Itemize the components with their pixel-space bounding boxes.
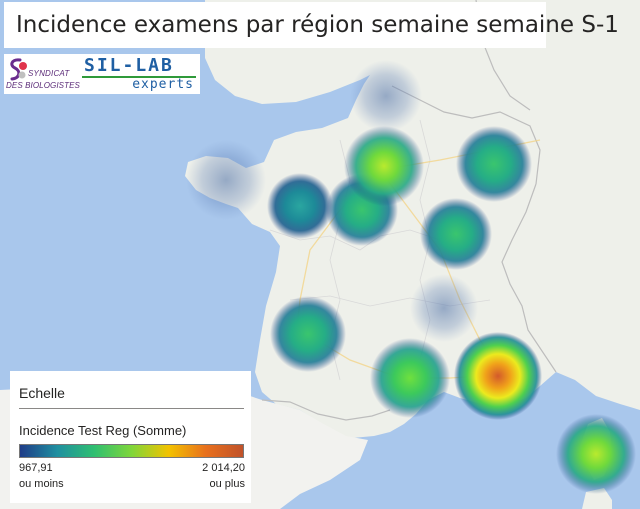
legend-divider — [19, 408, 244, 409]
sillab-logo: SIL-LAB experts — [78, 54, 198, 94]
legend-heading: Echelle — [19, 385, 65, 401]
hotspot-paca[interactable] — [454, 332, 542, 420]
syndicat-line2: DES BIOLOGISTES — [6, 81, 80, 90]
syndicat-logo: SYNDICAT DES BIOLOGISTES — [4, 54, 80, 94]
legend-field-name: Incidence Test Reg (Somme) — [19, 423, 187, 438]
sillab-word: SIL-LAB — [84, 55, 174, 76]
syndicat-mark-icon — [10, 58, 27, 81]
hotspot-bourgogne-franche-comte[interactable] — [420, 198, 492, 270]
hotspot-corse[interactable] — [556, 414, 636, 494]
legend-panel: Echelle Incidence Test Reg (Somme) 967,9… — [10, 371, 251, 503]
logos: SYNDICAT DES BIOLOGISTES SIL-LAB experts — [4, 54, 200, 94]
hotspot-nouvelle-aquitaine[interactable] — [270, 296, 346, 372]
legend-max-label: ou plus — [209, 478, 245, 490]
syndicat-line1: SYNDICAT — [28, 69, 70, 78]
hotspot-bretagne[interactable] — [186, 140, 266, 220]
title-bar: Incidence examens par région semaine sem… — [4, 2, 619, 48]
legend-min-label: ou moins — [19, 478, 64, 490]
hotspot-grand-est[interactable] — [456, 126, 532, 202]
hotspot-auvergne-rhone-alpes[interactable] — [410, 274, 478, 342]
legend-max-value: 2 014,20 — [202, 462, 245, 474]
hotspot-pays-de-la-loire[interactable] — [267, 173, 333, 239]
legend-min-value: 967,91 — [19, 462, 53, 474]
sillab-subtitle: experts — [132, 77, 194, 92]
hotspot-occitanie[interactable] — [370, 338, 450, 418]
hotspot-ile-de-france[interactable] — [344, 126, 424, 206]
page-title: Incidence examens par région semaine sem… — [16, 12, 619, 38]
hotspot-hauts-de-france[interactable] — [350, 60, 422, 132]
legend-color-ramp — [19, 444, 244, 458]
